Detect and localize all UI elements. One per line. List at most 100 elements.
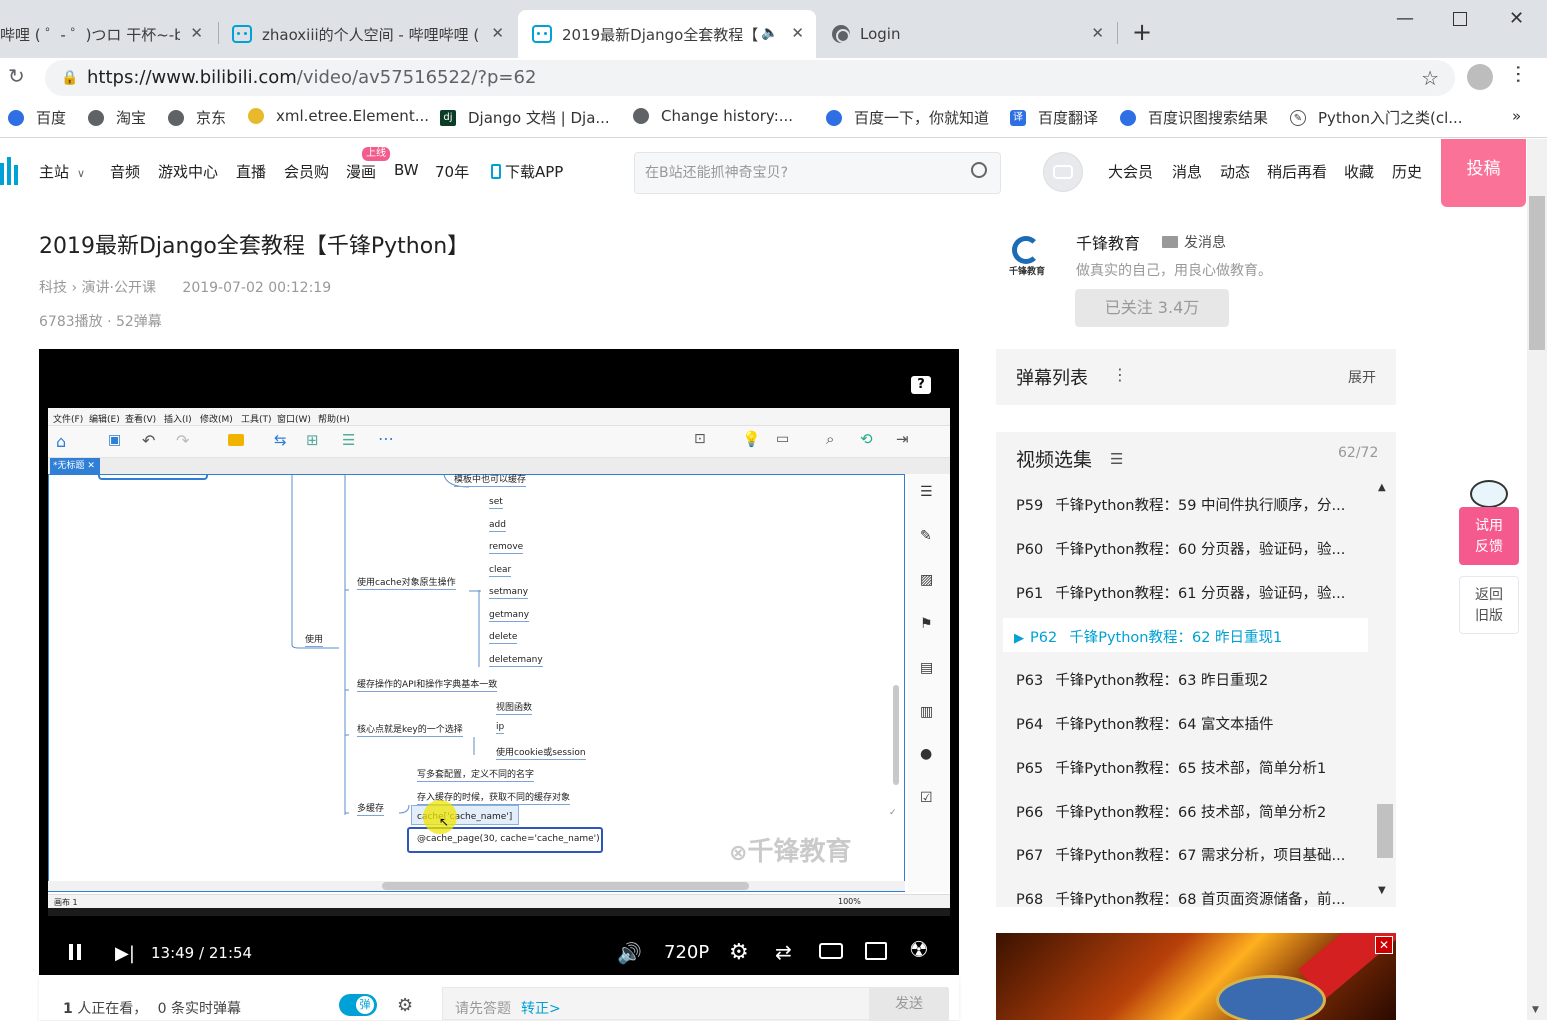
list-icon[interactable]: ☰ bbox=[1110, 450, 1123, 468]
bookmark-jd[interactable]: 京东 bbox=[168, 107, 226, 128]
web-fullscreen-icon[interactable] bbox=[865, 942, 887, 960]
ad-banner[interactable]: ✕ bbox=[996, 933, 1396, 1020]
profile-avatar-icon[interactable] bbox=[1467, 64, 1493, 90]
playlist-item[interactable]: P68 千锋Python教程：68 首页面资源储备，前... bbox=[1016, 888, 1345, 909]
nav-download-app[interactable]: 下载APP bbox=[491, 161, 563, 182]
nav-main-site[interactable]: 主站 ∨ bbox=[39, 161, 85, 182]
uploader-avatar[interactable]: 千锋教育 bbox=[1002, 232, 1052, 282]
nav-vip[interactable]: 大会员 bbox=[1108, 161, 1153, 182]
url-input[interactable]: 🔒 https://www.bilibili.com/video/av57516… bbox=[45, 60, 1455, 96]
fullscreen-icon[interactable]: ☢ bbox=[909, 938, 929, 963]
bookmark-change-history[interactable]: Change history:... bbox=[633, 107, 793, 125]
image-icon: ▨ bbox=[920, 572, 934, 588]
playlist-item[interactable]: P64 千锋Python教程：64 富文本插件 bbox=[1016, 713, 1274, 734]
more-vertical-icon[interactable]: ⋮ bbox=[1112, 365, 1128, 384]
nav-audio[interactable]: 音频 bbox=[110, 161, 140, 182]
playlist-scroll-thumb[interactable] bbox=[1377, 804, 1393, 858]
danmaku-toggle[interactable]: 弹 bbox=[339, 994, 377, 1016]
bookmark-python-class[interactable]: ✎ Python入门之类(cl... bbox=[1290, 107, 1463, 128]
nav-bw[interactable]: BW bbox=[394, 161, 419, 179]
widescreen-icon[interactable] bbox=[819, 943, 843, 959]
playlist-item[interactable]: P61 千锋Python教程：61 分页器，验证码，验... bbox=[1016, 582, 1345, 603]
become-member-link[interactable]: 转正> bbox=[521, 998, 561, 1018]
tab-login[interactable]: Login ✕ bbox=[818, 10, 1116, 58]
old-version-button[interactable]: 返回 旧版 bbox=[1459, 576, 1519, 634]
danmaku-settings-icon[interactable]: ⚙ bbox=[397, 995, 413, 1016]
video-player[interactable]: ? 文件(F) 编辑(E) 查看(V) 插入(I) 修改(M) 工具(T) 窗口… bbox=[39, 349, 959, 975]
danmaku-input[interactable]: 请先答题 转正> 发送 bbox=[442, 987, 949, 1021]
nav-favorites[interactable]: 收藏 bbox=[1344, 161, 1374, 182]
ad-close-icon[interactable]: ✕ bbox=[1375, 936, 1393, 954]
volume-icon[interactable]: 🔊 bbox=[617, 941, 642, 965]
settings-gear-icon[interactable]: ⚙ bbox=[729, 940, 749, 965]
playlist-item[interactable]: P66 千锋Python教程：66 技术部，简单分析2 bbox=[1016, 801, 1326, 822]
tab-close-icon[interactable]: ✕ bbox=[190, 24, 203, 42]
search-input[interactable]: 在B站还能抓神奇宝贝? bbox=[634, 152, 1001, 194]
nav-messages[interactable]: 消息 bbox=[1172, 161, 1202, 182]
nav-dynamics[interactable]: 动态 bbox=[1220, 161, 1250, 182]
bookmark-baidu-image[interactable]: 百度识图搜索结果 bbox=[1120, 107, 1268, 128]
reload-icon[interactable]: ↻ bbox=[8, 64, 25, 88]
send-message-link[interactable]: 发消息 bbox=[1162, 232, 1226, 252]
search-icon[interactable] bbox=[971, 162, 987, 178]
playlist-item-current[interactable]: ▶ P62 千锋Python教程：62 昨日重现1 bbox=[1014, 626, 1282, 647]
new-tab-icon[interactable]: + bbox=[1132, 18, 1152, 46]
follow-button[interactable]: 已关注 3.4万 bbox=[1075, 289, 1229, 327]
tab-close-icon[interactable]: ✕ bbox=[1091, 24, 1104, 42]
next-icon[interactable]: ▶| bbox=[115, 943, 135, 964]
playlist-item[interactable]: P65 千锋Python教程：65 技术部，简单分析1 bbox=[1016, 757, 1326, 778]
scroll-up-icon[interactable]: ▲ bbox=[1378, 482, 1386, 493]
nav-history[interactable]: 历史 bbox=[1392, 161, 1422, 182]
menu-dots-icon[interactable]: ⋯ bbox=[1507, 64, 1531, 84]
tab-bilibili-home[interactable]: 哔哩 ( ゜- ゜)つロ 干杯~-bili ✕ bbox=[0, 10, 215, 58]
nav-watch-later[interactable]: 稍后再看 bbox=[1267, 161, 1327, 182]
bookmark-star-icon[interactable]: ☆ bbox=[1421, 60, 1439, 96]
audio-playing-icon[interactable]: 🔈 bbox=[761, 25, 778, 41]
help-icon[interactable]: ? bbox=[911, 376, 931, 394]
user-avatar[interactable] bbox=[1043, 152, 1083, 192]
uploader-name[interactable]: 千锋教育 bbox=[1076, 230, 1140, 254]
category-link-talks[interactable]: 演讲·公开课 bbox=[82, 280, 156, 296]
nav-70-years[interactable]: 70年 bbox=[435, 161, 469, 182]
danmaku-list-panel[interactable]: 弹幕列表 ⋮ 展开 bbox=[996, 349, 1396, 405]
upload-button[interactable]: 投稿 bbox=[1441, 139, 1526, 207]
live-danmaku-text: 条实时弹幕 bbox=[171, 1001, 242, 1017]
lock-icon[interactable]: 🔒 bbox=[61, 60, 78, 96]
maximize-icon[interactable] bbox=[1453, 12, 1467, 26]
expand-button[interactable]: 展开 bbox=[1348, 367, 1376, 387]
nav-game-center[interactable]: 游戏中心 bbox=[158, 161, 218, 182]
category-link-tech[interactable]: 科技 bbox=[39, 280, 67, 296]
minimize-icon[interactable]: — bbox=[1396, 8, 1414, 29]
tab-django-video[interactable]: 2019最新Django全套教程【 🔈 ✕ bbox=[518, 10, 816, 58]
nav-manga[interactable]: 漫画 bbox=[346, 161, 376, 182]
tab-user-space[interactable]: zhaoxiii的个人空间 - 哔哩哔哩 ( ✕ bbox=[218, 10, 516, 58]
scroll-down-arrow-icon[interactable]: ▼ bbox=[1532, 1005, 1539, 1015]
bookmark-xml-etree[interactable]: xml.etree.Element... bbox=[248, 107, 429, 125]
bookmark-taobao[interactable]: 淘宝 bbox=[88, 107, 146, 128]
quality-selector[interactable]: 720P bbox=[664, 942, 709, 963]
page-scroll-thumb[interactable] bbox=[1529, 196, 1545, 350]
tab-close-icon[interactable]: ✕ bbox=[791, 24, 804, 42]
tab-close-icon[interactable]: ✕ bbox=[491, 24, 504, 42]
playlist-item[interactable]: P60 千锋Python教程：60 分页器，验证码，验... bbox=[1016, 538, 1345, 559]
bookmarks-more-button[interactable]: » bbox=[1512, 107, 1521, 125]
send-danmaku-button[interactable]: 发送 bbox=[869, 988, 949, 1021]
page-scrollbar[interactable]: ▼ bbox=[1527, 139, 1547, 1020]
bookmark-django-docs[interactable]: dj Django 文档 | Dja... bbox=[440, 107, 610, 128]
playlist-item[interactable]: P67 千锋Python教程：67 需求分析，项目基础... bbox=[1016, 844, 1345, 865]
bookmark-baidu-translate[interactable]: 译百度翻译 bbox=[1010, 107, 1098, 128]
danmaku-off-icon[interactable]: ⇄ bbox=[775, 940, 792, 964]
bookmark-baidu[interactable]: 百度 bbox=[8, 107, 66, 128]
playlist-item[interactable]: P59 千锋Python教程：59 中间件执行顺序，分... bbox=[1016, 494, 1345, 515]
scroll-down-icon[interactable]: ▼ bbox=[1378, 885, 1386, 896]
playlist-progress: 62/72 bbox=[1338, 445, 1379, 461]
close-window-icon[interactable]: ✕ bbox=[1509, 8, 1524, 29]
nav-live[interactable]: 直播 bbox=[236, 161, 266, 182]
pause-icon[interactable] bbox=[69, 944, 73, 960]
playlist-item[interactable]: P63 千锋Python教程：63 昨日重现2 bbox=[1016, 669, 1268, 690]
summary-icon: ⊞ bbox=[306, 431, 319, 449]
bilibili-logo-icon[interactable] bbox=[0, 157, 20, 187]
feedback-button[interactable]: 试用 反馈 bbox=[1459, 507, 1519, 565]
bookmark-baidu-search[interactable]: 百度一下，你就知道 bbox=[826, 107, 989, 128]
nav-member-shop[interactable]: 会员购 bbox=[284, 161, 329, 182]
